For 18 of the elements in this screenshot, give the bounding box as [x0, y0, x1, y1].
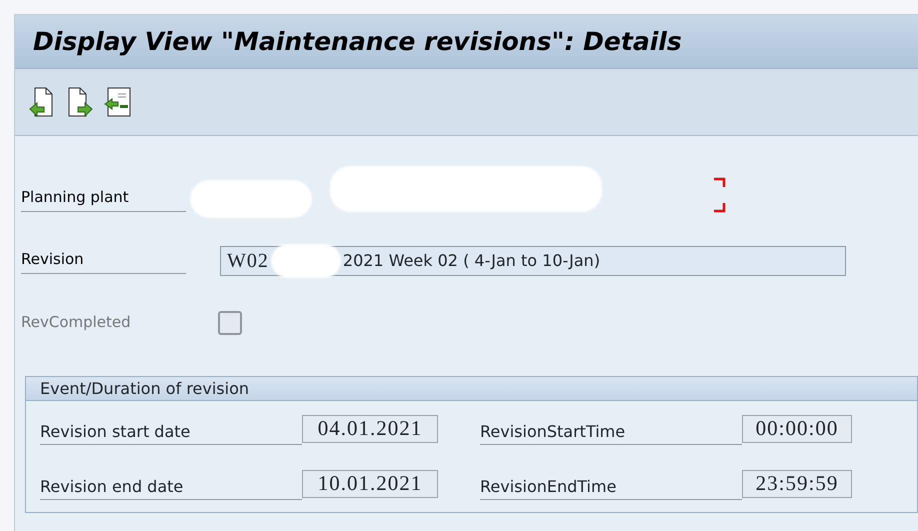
date-field: 10.01.2021	[302, 470, 438, 498]
time-field: 23:59:59	[742, 470, 852, 498]
field-label: RevCompleted	[21, 312, 132, 333]
field-value: W02	[227, 249, 269, 274]
redaction-mark	[270, 244, 341, 278]
field-value: 2021 Week 02 ( 4-Jan to 10-Jan)	[342, 250, 600, 272]
field-label: RevisionStartTime	[480, 420, 742, 445]
date-field: 04.01.2021	[302, 414, 438, 442]
field-label: Revision start date	[40, 420, 302, 445]
field-label: Planning plant	[21, 186, 186, 212]
time-field: 00:00:00	[742, 414, 852, 442]
document-transfer-icon[interactable]	[103, 85, 133, 119]
revision-field[interactable]: W02 2021 Week 02 ( 4-Jan to 10-Jan)	[220, 246, 846, 276]
field-label: Revision end date	[40, 475, 302, 500]
window-title: Display View "Maintenance revisions": Details	[33, 26, 682, 58]
field-label: Revision	[21, 248, 186, 274]
field-label: RevisionEndTime	[480, 475, 742, 500]
group-title: Event/Duration of revision	[26, 377, 917, 401]
